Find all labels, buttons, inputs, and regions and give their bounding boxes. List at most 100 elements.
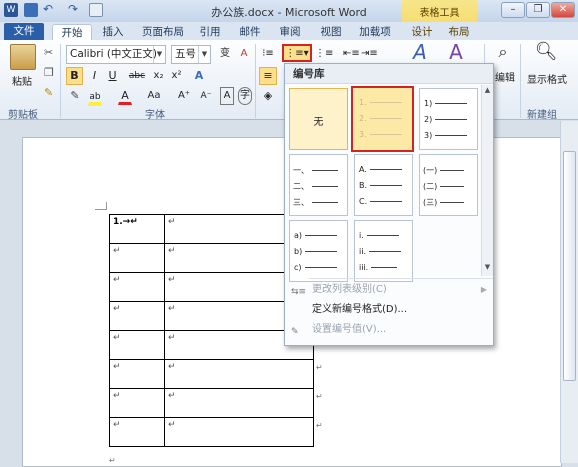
table-cell[interactable]: ↵: [109, 388, 165, 418]
strikethrough-button[interactable]: abc: [126, 67, 148, 85]
text-effects-icon[interactable]: A: [191, 67, 207, 85]
paste-icon[interactable]: [10, 44, 36, 70]
highlight-icon[interactable]: ✎: [66, 87, 84, 105]
scroll-down-icon[interactable]: ▼: [483, 263, 492, 273]
clear-format-icon[interactable]: A: [236, 45, 252, 63]
numbering-style-chinese[interactable]: 一、 二、 三、: [289, 154, 348, 216]
numbering-style-lower-roman[interactable]: i. ii. iii.: [354, 220, 413, 282]
editing-button[interactable]: 编辑: [493, 70, 517, 88]
tab-mailings[interactable]: 邮件: [235, 24, 265, 40]
font-color-icon[interactable]: A: [118, 87, 132, 105]
chevron-down-icon[interactable]: ▼: [198, 46, 210, 63]
table-cell[interactable]: ↵: [164, 417, 314, 447]
enclose-char-icon[interactable]: 字: [238, 87, 252, 105]
list-line: i.: [359, 231, 399, 240]
tab-review[interactable]: 审阅: [275, 24, 305, 40]
tab-layout[interactable]: 布局: [444, 24, 474, 40]
cut-icon[interactable]: ✂: [44, 46, 53, 59]
numbering-style-upper-alpha[interactable]: A. B. C.: [354, 154, 413, 216]
tab-references[interactable]: 引用: [195, 24, 225, 40]
row-end-mark: ↵: [316, 392, 323, 401]
group-new-label: 新建组: [527, 110, 557, 121]
minimize-button[interactable]: –: [501, 2, 525, 18]
title-bar: W ↶ ↷ 办公族.docx - Microsoft Word – ❐ ✕: [0, 0, 578, 22]
list-line: 一、: [293, 165, 338, 176]
menu-label: 设置编号值(V)...: [312, 324, 387, 335]
table-cell[interactable]: ↵: [109, 359, 165, 389]
numbering-style-chinese-paren[interactable]: (一) (二) (三): [419, 154, 478, 216]
bold-button[interactable]: B: [66, 67, 83, 85]
table-cell[interactable]: ↵: [109, 417, 165, 447]
numbering-value-icon: ✎: [291, 327, 299, 337]
increase-indent-icon[interactable]: ⇥≡: [360, 45, 378, 63]
menu-define-new-format[interactable]: 定义新编号格式(D)...: [285, 300, 493, 319]
scrollbar-thumb[interactable]: [563, 151, 576, 381]
numbering-style-lower-alpha[interactable]: a) b) c): [289, 220, 348, 282]
phonetic-guide-icon[interactable]: A: [220, 87, 234, 105]
table-cell[interactable]: ↵: [109, 301, 165, 331]
table-row: ↵ ↵: [109, 388, 314, 418]
tab-home[interactable]: 开始: [52, 24, 92, 40]
list-line: iii.: [359, 263, 398, 272]
numbering-style-decimal-paren[interactable]: 1) 2) 3): [419, 88, 478, 150]
format-painter-icon[interactable]: ✎: [44, 86, 53, 99]
align-left-icon[interactable]: ≡: [259, 67, 277, 85]
submenu-arrow-icon: ▶: [480, 285, 487, 294]
cell-mark: ↵: [113, 246, 121, 256]
numbering-button[interactable]: ⋮≡▾: [282, 44, 312, 62]
show-format-icon[interactable]: 🔍︎: [533, 43, 559, 69]
tab-file[interactable]: 文件: [4, 23, 44, 40]
multilevel-list-icon[interactable]: ⋮≡: [314, 45, 333, 63]
font-name-combo[interactable]: Calibri (中文正文) ▼: [66, 45, 166, 64]
table-cell[interactable]: ↵: [164, 388, 314, 418]
table-cell[interactable]: 1.→↵: [109, 214, 165, 244]
subscript-button[interactable]: x₂: [150, 67, 167, 85]
tab-addins[interactable]: 加载项: [355, 24, 395, 40]
group-font-label: 字体: [145, 110, 165, 121]
tab-insert[interactable]: 插入: [96, 24, 130, 40]
table-cell[interactable]: ↵: [109, 243, 165, 273]
numbering-style-decimal-dot[interactable]: 1. 2. 3.: [351, 86, 414, 152]
font-size-combo[interactable]: 五号 ▼: [171, 45, 211, 64]
copy-icon[interactable]: ❐: [44, 66, 54, 79]
list-level-icon: ⇆≡: [291, 287, 307, 297]
change-case-icon[interactable]: 变: [215, 45, 235, 63]
vertical-scrollbar[interactable]: [560, 121, 578, 463]
show-format-button[interactable]: 显示格式: [521, 72, 573, 90]
table-cell[interactable]: ↵: [164, 359, 314, 389]
dropdown-scrollbar[interactable]: ▲ ▼: [481, 85, 493, 276]
chevron-down-icon[interactable]: ▼: [153, 46, 165, 63]
highlight-color-bar: ab: [88, 88, 102, 106]
maximize-button[interactable]: ❐: [526, 2, 550, 18]
table-cell[interactable]: ↵: [109, 272, 165, 302]
tab-view[interactable]: 视图: [316, 24, 346, 40]
list-line: (三): [423, 197, 465, 208]
grow-font-button[interactable]: A⁺: [174, 87, 194, 105]
menu-set-numbering-value[interactable]: ✎ 设置编号值(V)...: [285, 320, 493, 339]
cell-mark: ↵: [130, 217, 138, 227]
shrink-font-button[interactable]: A⁻: [196, 87, 216, 105]
underline-button[interactable]: U: [104, 67, 121, 85]
close-button[interactable]: ✕: [551, 2, 575, 18]
decrease-indent-icon[interactable]: ⇤≡: [342, 45, 360, 63]
font-case-button[interactable]: Aa: [144, 87, 164, 105]
font-size-value: 五号: [175, 48, 196, 60]
italic-button[interactable]: I: [86, 67, 103, 85]
table-row: ↵ ↵: [109, 359, 314, 389]
menu-change-list-level[interactable]: ⇆≡ 更改列表级别(C) ▶: [285, 280, 493, 299]
scroll-up-icon[interactable]: ▲: [483, 86, 492, 96]
list-line: 1): [424, 99, 468, 108]
group-clipboard-label: 剪贴板: [8, 110, 38, 121]
contextual-tab-label: 表格工具: [419, 8, 460, 19]
paste-button[interactable]: 粘贴: [12, 73, 32, 88]
numbering-style-none[interactable]: 无: [289, 88, 348, 150]
window-title: 办公族.docx - Microsoft Word: [211, 6, 367, 19]
tab-page-layout[interactable]: 页面布局: [136, 24, 190, 40]
shading-icon[interactable]: ◈: [259, 87, 277, 105]
row-end-mark: ↵: [316, 363, 323, 372]
bullets-icon[interactable]: ⁝≡: [259, 45, 277, 63]
table-cell[interactable]: ↵: [109, 330, 165, 360]
cell-mark: ↵: [168, 362, 176, 372]
superscript-button[interactable]: x²: [168, 67, 185, 85]
tab-design[interactable]: 设计: [407, 24, 437, 40]
